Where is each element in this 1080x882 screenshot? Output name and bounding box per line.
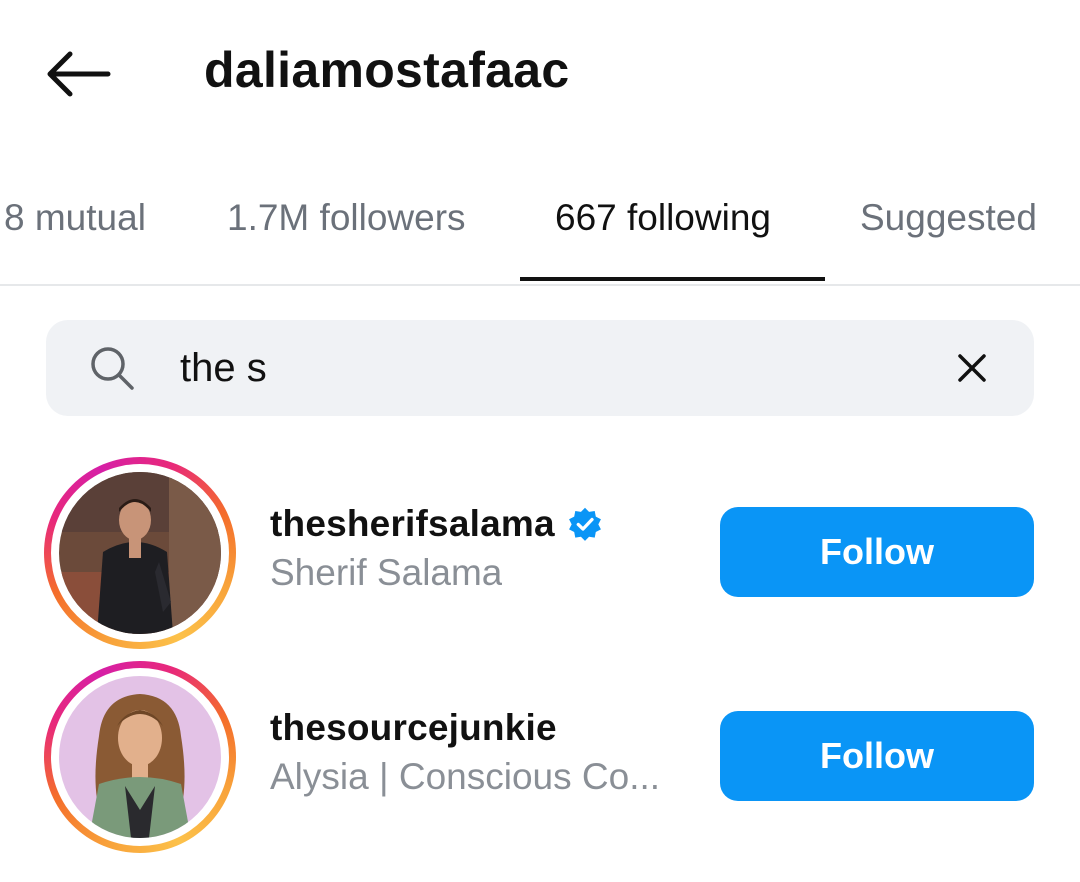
tab-following[interactable]: 667 following — [555, 194, 771, 242]
full-name: Sherif Salama — [270, 552, 503, 593]
avatar-border — [51, 668, 229, 846]
avatar-photo-woman — [59, 676, 221, 838]
list-item[interactable]: thesourcejunkie Alysia | Conscious Co...… — [0, 656, 1080, 856]
username[interactable]: thesherifsalama — [270, 503, 555, 545]
tab-mutual[interactable]: 8 mutual — [4, 194, 146, 242]
list-item[interactable]: thesherifsalama Sherif Salama Follow — [0, 452, 1080, 652]
arrow-left-icon — [47, 51, 111, 97]
tab-followers[interactable]: 1.7M followers — [227, 194, 466, 242]
following-list-screen: daliamostafaac 8 mutual 1.7M followers 6… — [0, 0, 1080, 882]
username-line: thesherifsalama — [270, 500, 603, 548]
tabs-divider — [0, 284, 1080, 286]
page-title: daliamostafaac — [204, 42, 570, 98]
close-icon[interactable] — [950, 346, 994, 390]
active-tab-indicator — [520, 277, 825, 281]
avatar — [59, 676, 221, 838]
full-name: Alysia | Conscious Co... — [270, 756, 661, 797]
follow-button[interactable]: Follow — [720, 711, 1034, 801]
username-line: thesourcejunkie — [270, 704, 557, 752]
header: daliamostafaac — [0, 0, 1080, 140]
tab-suggested[interactable]: Suggested — [860, 194, 1037, 242]
avatar — [59, 472, 221, 634]
back-button[interactable] — [40, 42, 116, 106]
search-icon — [91, 347, 134, 390]
tab-bar: 8 mutual 1.7M followers 667 following Su… — [0, 180, 1080, 284]
avatar-border — [51, 464, 229, 642]
verified-badge-icon — [568, 507, 601, 541]
username[interactable]: thesourcejunkie — [270, 707, 557, 749]
avatar-story-ring[interactable] — [44, 661, 236, 853]
avatar-photo-man — [59, 472, 221, 634]
search-input[interactable] — [180, 340, 900, 396]
follow-button[interactable]: Follow — [720, 507, 1034, 597]
avatar-story-ring[interactable] — [44, 457, 236, 649]
